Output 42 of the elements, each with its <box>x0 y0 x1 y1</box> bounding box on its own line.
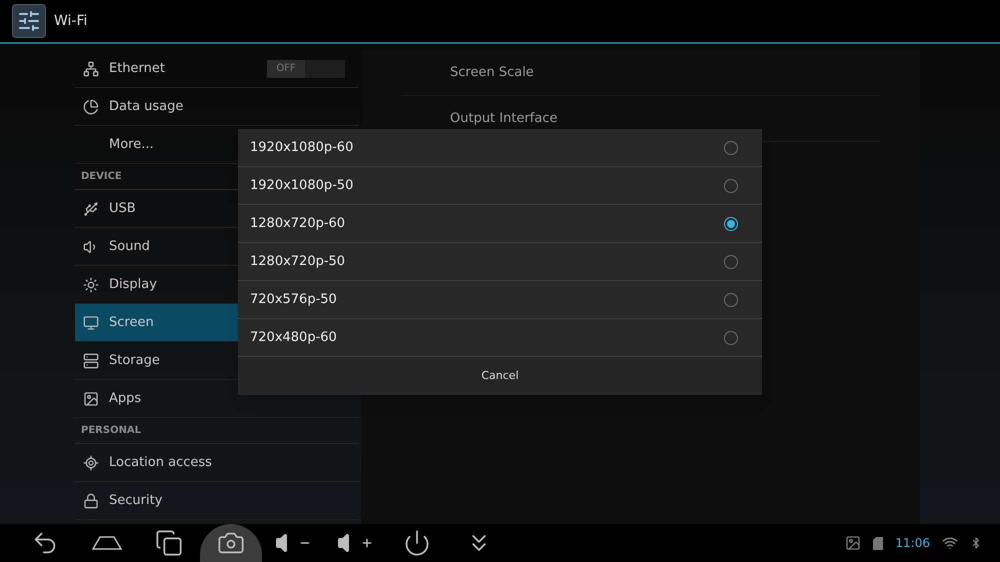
settings-option[interactable]: Screen Scale <box>450 62 534 82</box>
app-title: Wi-Fi <box>54 12 88 30</box>
settings-item[interactable]: Security <box>75 482 359 520</box>
resolution-option[interactable]: 1920x1080p-60 <box>238 129 762 167</box>
radio-button[interactable] <box>724 292 738 306</box>
lock-icon <box>83 492 99 508</box>
radio-button[interactable] <box>724 140 738 154</box>
radio-button[interactable] <box>724 254 738 268</box>
radio-button[interactable] <box>724 216 738 230</box>
section-header: PERSONAL <box>81 424 142 438</box>
image-icon <box>83 390 99 406</box>
resolution-option[interactable]: 1280x720p-50 <box>238 243 762 281</box>
cancel-button[interactable]: Cancel <box>238 357 762 395</box>
resolution-option[interactable]: 1280x720p-60 <box>238 205 762 243</box>
settings-item[interactable]: Location access <box>75 444 359 482</box>
home-icon <box>92 535 122 551</box>
section-header: DEVICE <box>81 170 122 184</box>
pie-chart-icon <box>83 98 99 114</box>
settings-item[interactable]: Ethernet OFF <box>75 50 359 88</box>
power-icon <box>403 529 431 557</box>
radio-button[interactable] <box>724 330 738 344</box>
recent-apps-icon <box>155 529 183 557</box>
settings-option[interactable]: Output Interface <box>450 108 558 128</box>
volume-up-icon <box>337 531 373 555</box>
resolution-option[interactable]: 720x576p-50 <box>238 281 762 319</box>
settings-item[interactable]: Data usage <box>75 88 359 126</box>
bluetooth-icon <box>970 535 982 551</box>
image-icon <box>845 535 862 551</box>
monitor-icon <box>83 314 99 330</box>
brightness-icon <box>83 276 99 292</box>
nav-button[interactable] <box>200 524 262 562</box>
location-icon <box>83 454 99 470</box>
clock-time: 11:06 <box>895 535 930 552</box>
network-icon <box>83 60 99 76</box>
radio-button[interactable] <box>724 178 738 192</box>
wifi-icon <box>942 535 958 551</box>
volume-down-icon <box>275 531 311 555</box>
sd-card-icon <box>873 536 884 550</box>
storage-icon <box>83 352 99 368</box>
resolution-option[interactable]: 1920x1080p-50 <box>238 167 762 205</box>
settings-app-icon <box>12 4 46 38</box>
usb-icon <box>83 200 99 216</box>
